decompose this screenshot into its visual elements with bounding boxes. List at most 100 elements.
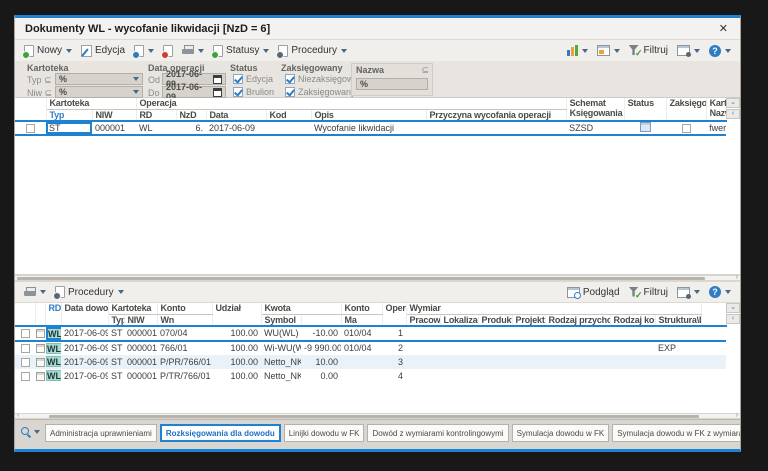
posting-row[interactable]: WL 2017-06-09 ST 000001 P/PR/766/01 100.… (15, 354, 727, 369)
zaksiegowany-checkbox[interactable] (681, 123, 691, 133)
detail-help-button[interactable]: ? (705, 284, 735, 300)
bottom-tab[interactable]: Symulacja dowodu w FK (511, 424, 610, 442)
document-row[interactable]: ST 000001 WL 6. 2017-06-09 Wycofanie lik… (15, 119, 727, 136)
col-header-produkty[interactable]: Produkty (478, 314, 513, 326)
row-checkbox[interactable] (20, 371, 30, 381)
postings-grid-scrollbar[interactable]: ‹ › (15, 412, 740, 419)
bottom-tab[interactable]: Dowód z wymiarami kontrolingowymi (367, 424, 509, 442)
col-header-data-dowodu[interactable]: Data dowodu (61, 303, 109, 326)
new-document-button[interactable]: Nowy (20, 43, 76, 59)
col-header-rd[interactable]: RD (45, 303, 62, 326)
col-header-schemat[interactable]: Schemat Księgowania (566, 98, 625, 121)
help-button[interactable]: ? (705, 43, 735, 59)
delete-document-button[interactable] (159, 43, 177, 59)
bottom-tab[interactable]: Rozksięgowania dla dowodu (159, 424, 281, 442)
nazwa-filter-label: Nazwa (356, 65, 385, 75)
documents-grid-scrollbar[interactable]: › (15, 274, 740, 281)
detail-layout-button[interactable] (673, 285, 704, 300)
col-header-rodzaj-kosztow[interactable]: Rodzaj kosztów (610, 314, 656, 326)
procedures-button[interactable]: Procedury (274, 43, 351, 59)
scroll-right-arrow[interactable]: › (736, 412, 738, 419)
col-header-nzd[interactable]: NzD (176, 109, 207, 121)
print-button[interactable] (178, 43, 208, 58)
group-header-kwota[interactable]: Kwota (261, 303, 342, 315)
close-button[interactable]: ✕ (717, 22, 730, 35)
col-header-projekt[interactable]: Projekt (512, 314, 546, 326)
select-all-column[interactable] (15, 98, 47, 121)
scrollbar-thumb[interactable] (49, 415, 699, 418)
status-edycja-checkbox[interactable]: Edycja (233, 74, 273, 84)
posting-row[interactable]: WL 2017-06-09 ST 000001 P/TR/766/01 100.… (15, 369, 726, 383)
chevron-down-icon (725, 48, 731, 53)
col-header-kwota-value[interactable] (301, 314, 342, 326)
col-header-rodzaj-przychodow[interactable]: Rodzaj przychodów (545, 314, 611, 326)
cell-pracownicy (406, 354, 441, 369)
chart-button[interactable] (563, 43, 592, 58)
date-to-field[interactable]: 2017-06-09 (162, 82, 226, 102)
cell-kod (266, 119, 311, 136)
scroll-left-button[interactable]: ‹ (726, 314, 740, 324)
row-checkbox[interactable] (20, 357, 30, 367)
col-header-lokalizacja[interactable]: Lokalizacja (440, 314, 479, 326)
col-header-data[interactable]: Data (206, 109, 267, 121)
col-header-niw[interactable]: NIW (92, 109, 137, 121)
row-checkbox[interactable] (26, 123, 35, 133)
col-header-kartoteka-nazwa[interactable]: KartoNazw (706, 98, 727, 121)
row-checkbox[interactable] (20, 344, 30, 354)
col-header-przyczyna[interactable]: Przyczyna wycofania operacji (426, 109, 567, 121)
col-header-udzial[interactable]: Udział (212, 303, 262, 326)
col-header-wn[interactable]: Wn (157, 314, 213, 326)
col-header-opis[interactable]: Opis (311, 109, 427, 121)
col-header-typ[interactable]: Typ (46, 109, 93, 121)
group-header-operacja[interactable]: Operacja (136, 98, 567, 110)
detail-print-button[interactable] (20, 285, 50, 300)
bottom-tab[interactable]: Administracja uprawnieniami (45, 424, 157, 442)
col-header-pracownicy[interactable]: Pracownicy (406, 314, 441, 326)
filter-button[interactable]: Filtruj (625, 43, 672, 59)
col-header-status[interactable]: Status (624, 98, 667, 121)
edit-button[interactable]: Edycja (77, 43, 129, 59)
view-button[interactable] (593, 43, 624, 58)
detail-procedures-button[interactable]: Procedury (51, 284, 128, 300)
bottom-tab[interactable]: Linijki dowodu w FK (283, 424, 365, 442)
cell-symbol: WU(WL) (261, 324, 301, 342)
cell-schemat: SZSD (566, 119, 625, 136)
col-header-operacja[interactable]: Operacja (382, 303, 407, 326)
scroll-left-arrow[interactable]: ‹ (17, 412, 19, 419)
zaksiegowany-checkbox[interactable]: Zaksięgowany (285, 87, 356, 97)
bottom-tab[interactable]: Symulacja dowodu w FK z wymiarami (612, 424, 740, 442)
group-header-konto-ma[interactable]: Konto (341, 303, 383, 315)
tab-list-button[interactable] (18, 424, 42, 439)
layout-button[interactable] (673, 43, 704, 58)
group-header-wymiar[interactable]: Wymiar (406, 303, 702, 315)
open-document-button[interactable] (130, 43, 158, 59)
typ-filter-select[interactable]: % (55, 73, 143, 85)
group-header-konto-wn[interactable]: Konto (157, 303, 213, 315)
scroll-right-arrow[interactable]: › (736, 274, 738, 281)
cell-operacja: 3 (382, 354, 407, 369)
posting-row[interactable]: WL 2017-06-09 ST 000001 766/01 100.00 Wi… (15, 341, 726, 355)
posting-row[interactable]: WL 2017-06-09 ST 000001 070/04 100.00 WU… (15, 324, 727, 342)
row-checkbox[interactable] (20, 329, 30, 339)
col-header-zaksiegowany[interactable]: Zaksięgowa (666, 98, 707, 121)
select-all-column[interactable] (15, 303, 36, 326)
nazwa-filter-input[interactable]: % (356, 78, 428, 90)
status-brulion-checkbox[interactable]: Brulion (233, 87, 274, 97)
scrollbar-thumb[interactable] (17, 277, 705, 280)
col-header-struktura[interactable]: Struktura\Dzi (655, 314, 702, 326)
col-header-kod[interactable]: Kod (266, 109, 312, 121)
preview-button[interactable]: Podgląd (563, 285, 624, 300)
column-chooser-button[interactable]: ⌄ (726, 303, 740, 313)
column-chooser-button[interactable]: ⌄ (726, 98, 740, 108)
group-header-kartoteka[interactable]: Kartoteka (46, 98, 137, 110)
scroll-left-button[interactable]: ‹ (726, 109, 740, 119)
group-header-kartoteka[interactable]: Kartoteka (108, 303, 158, 315)
col-header-symbol[interactable]: Symbol (261, 314, 302, 326)
niw-filter-select[interactable]: % (55, 86, 143, 98)
statuses-button[interactable]: Statusy (209, 43, 273, 59)
detail-filter-button[interactable]: Filtruj (625, 285, 672, 301)
col-header-typ[interactable]: Typ (108, 314, 125, 326)
col-header-niw[interactable]: NIW (124, 314, 158, 326)
col-header-ma[interactable]: Ma (341, 314, 383, 326)
col-header-rd[interactable]: RD (136, 109, 177, 121)
